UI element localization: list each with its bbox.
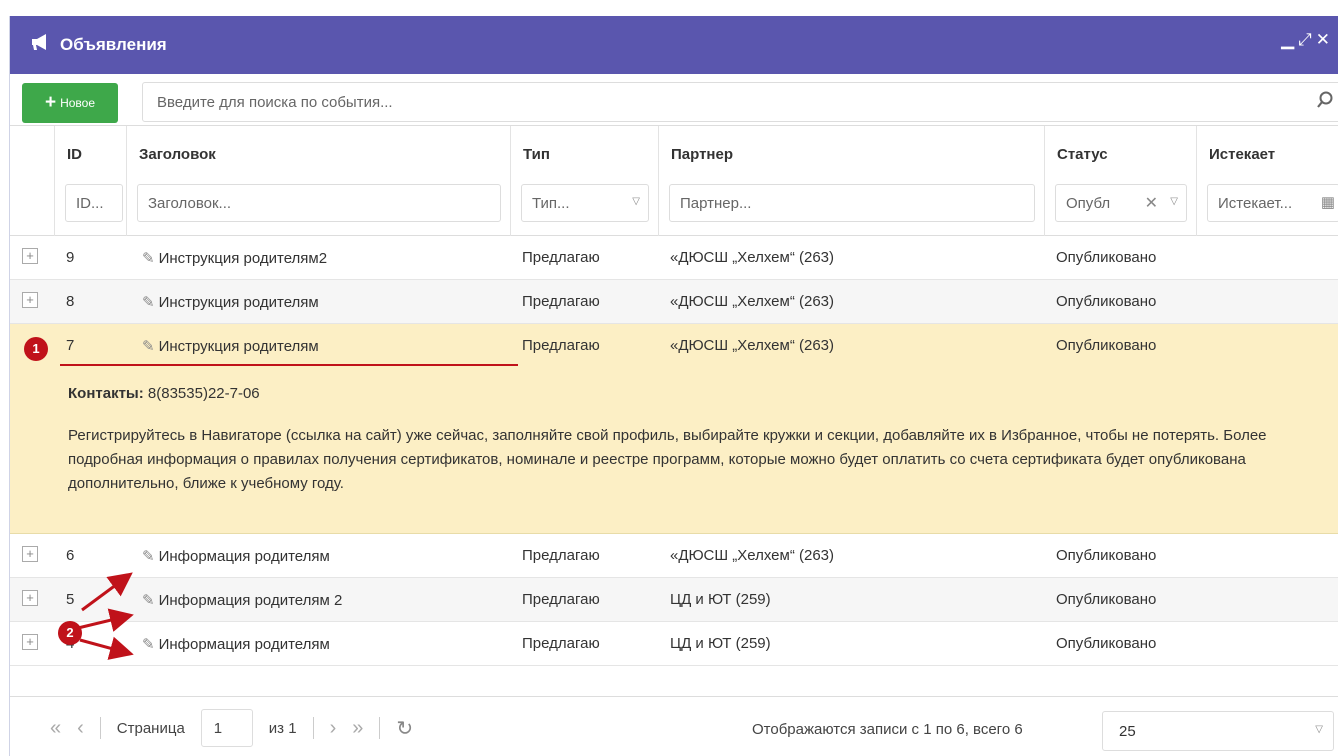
expand-icon[interactable]: + — [22, 590, 38, 606]
window-title: Объявления — [30, 33, 167, 56]
col-partner: Партнер Партнер... — [658, 126, 1044, 236]
chevron-down-icon[interactable]: ▽ — [632, 196, 640, 207]
calendar-icon[interactable]: ▦ — [1321, 193, 1335, 211]
table-row[interactable]: + 5 ✎ Информация родителям 2 Предлагаю ЦД… — [10, 578, 1338, 622]
window-titlebar: Объявления ▁ ⤢ ✕ — [10, 16, 1338, 74]
announcements-window: Объявления ▁ ⤢ ✕ + Новое Введите для пои… — [9, 16, 1338, 756]
window-controls: ▁ ⤢ ✕ — [1281, 30, 1330, 50]
first-page-icon[interactable]: « — [50, 717, 61, 740]
pencil-icon[interactable]: ✎ — [142, 592, 155, 609]
chevron-down-icon[interactable]: ▽ — [1170, 196, 1178, 207]
pencil-icon[interactable]: ✎ — [142, 636, 155, 653]
table-row[interactable]: + 6 ✎ Информация родителям Предлагаю «ДЮС… — [10, 534, 1338, 578]
refresh-icon[interactable]: ↻ — [396, 716, 413, 741]
table-header: ID ID... Заголовок Заголовок... Тип Тип.… — [10, 126, 1338, 236]
search-input[interactable]: Введите для поиска по события... — [142, 82, 1338, 122]
row-detail: Контакты: 8(83535)22-7-06 Регистрируйтес… — [68, 382, 1328, 496]
minimize-icon[interactable]: ▁ — [1281, 30, 1294, 50]
records-info: Отображаются записи с 1 по 6, всего 6 — [752, 721, 1023, 738]
page-number-input[interactable]: 1 — [200, 709, 253, 747]
new-button[interactable]: + Новое — [22, 83, 118, 123]
megaphone-icon — [30, 33, 52, 56]
table-row[interactable]: + 4 ✎Информация родителям Предлагаю ЦД и… — [10, 622, 1338, 666]
detail-text: Регистрируйтесь в Навигаторе (ссылка на … — [68, 427, 1267, 492]
pager: « ‹ Страница 1 из 1 › » ↻ — [50, 709, 413, 747]
title-filter[interactable]: Заголовок... — [137, 184, 501, 222]
expand-icon[interactable]: + — [22, 634, 38, 650]
table-body: + 9 ✎ Инструкция родителям2 Предлагаю «ДЮ… — [10, 236, 1338, 666]
plus-icon: + — [44, 92, 57, 113]
pencil-icon[interactable]: ✎ — [142, 250, 155, 267]
table-row[interactable]: + 9 ✎ Инструкция родителям2 Предлагаю «ДЮ… — [10, 236, 1338, 280]
col-title: Заголовок Заголовок... — [126, 126, 510, 236]
toolbar: + Новое Введите для поиска по события... — [10, 74, 1338, 126]
search-icon[interactable] — [1317, 91, 1333, 114]
pencil-icon[interactable]: ✎ — [142, 338, 155, 355]
pencil-icon[interactable]: ✎ — [142, 294, 155, 311]
expires-filter[interactable]: Истекает... ▦ — [1207, 184, 1338, 222]
expand-icon[interactable]: + — [22, 546, 38, 562]
expand-icon[interactable]: + — [22, 248, 38, 264]
chevron-down-icon[interactable]: ▽ — [1315, 724, 1323, 735]
pencil-icon[interactable]: ✎ — [142, 548, 155, 565]
annotation-badge-2: 2 — [58, 621, 82, 645]
col-expires: Истекает Истекает... ▦ — [1196, 126, 1338, 236]
id-filter[interactable]: ID... — [65, 184, 123, 222]
prev-page-icon[interactable]: ‹ — [77, 717, 84, 740]
col-type: Тип Тип... ▽ — [510, 126, 658, 236]
close-icon[interactable]: ✕ — [1316, 30, 1330, 50]
expand-icon[interactable]: + — [22, 292, 38, 308]
next-page-icon[interactable]: › — [330, 717, 337, 740]
annotation-badge-1: 1 — [24, 337, 48, 361]
maximize-icon[interactable]: ⤢ — [1298, 30, 1312, 50]
table-row[interactable]: + 8 ✎ Инструкция родителям Предлагаю «ДЮС… — [10, 280, 1338, 324]
page-size-select[interactable]: 25 ▽ — [1102, 711, 1334, 751]
col-status: Статус Опубл ✕ ▽ — [1044, 126, 1196, 236]
status-filter[interactable]: Опубл ✕ ▽ — [1055, 184, 1187, 222]
partner-filter[interactable]: Партнер... — [669, 184, 1035, 222]
contacts-line: Контакты: 8(83535)22-7-06 — [68, 385, 260, 402]
table-row-selected[interactable]: 7 ✎ Инструкция родителям Предлагаю «ДЮСШ … — [10, 324, 1338, 534]
clear-icon[interactable]: ✕ — [1145, 193, 1158, 213]
type-filter[interactable]: Тип... ▽ — [521, 184, 649, 222]
col-id: ID ID... — [54, 126, 126, 236]
last-page-icon[interactable]: » — [352, 717, 363, 740]
pagination-bar: « ‹ Страница 1 из 1 › » ↻ Отображаются з… — [10, 696, 1338, 756]
